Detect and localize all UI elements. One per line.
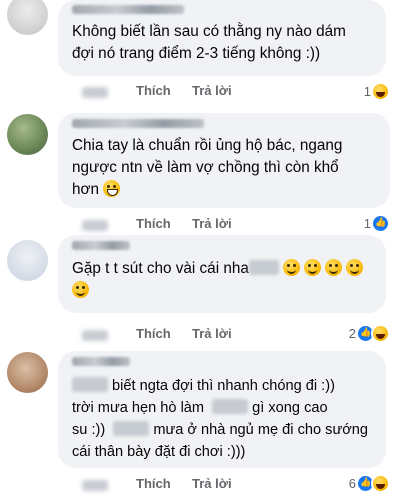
avatar[interactable] — [7, 0, 48, 35]
like-button[interactable]: Thích — [136, 83, 171, 98]
reply-button[interactable]: Trả lời — [192, 216, 232, 231]
censored-text — [72, 377, 108, 392]
reaction-count: 1 — [363, 216, 371, 231]
comment-bubble: biết ngta đợi thì nhanh chóng đi :)) trờ… — [58, 351, 386, 468]
haha-icon — [371, 82, 390, 101]
reaction-count: 1 — [363, 84, 371, 99]
avatar[interactable] — [7, 114, 48, 155]
like-button[interactable]: Thích — [136, 476, 171, 491]
comment-text: Gặp t t sút cho vài cái nha — [72, 258, 367, 302]
reaction-summary[interactable]: 1 — [340, 82, 392, 102]
comment-2: Chia tay là chuẩn rồi ủng hộ bác, ngang … — [0, 108, 400, 233]
timestamp — [82, 480, 108, 491]
avatar[interactable] — [7, 240, 48, 281]
comment-actions: Thích Trả lời — [70, 83, 290, 101]
commenter-name[interactable] — [72, 5, 184, 14]
timestamp — [82, 330, 108, 341]
comment-text: biết ngta đợi thì nhanh chóng đi :)) trờ… — [72, 377, 369, 460]
haha-icon — [371, 474, 390, 493]
comment-bubble: Không biết lần sau có thằng ny nào dám đ… — [58, 0, 386, 76]
comment-text: Chia tay là chuẩn rồi ủng hộ bác, ngang … — [72, 137, 343, 198]
timestamp — [82, 87, 108, 98]
commenter-name[interactable] — [72, 241, 130, 250]
smirk-emoji — [282, 259, 300, 276]
comment-4: biết ngta đợi thì nhanh chóng đi :)) trờ… — [0, 346, 400, 497]
comment-1: Không biết lần sau có thằng ny nào dám đ… — [0, 0, 400, 108]
smirk-emoji — [72, 281, 89, 298]
grin-emoji — [103, 180, 121, 197]
comment-bubble: Gặp t t sút cho vài cái nha — [58, 235, 386, 313]
reaction-count: 6 — [348, 476, 356, 491]
commenter-name[interactable] — [72, 119, 204, 128]
comment-text: Không biết lần sau có thằng ny nào dám đ… — [72, 23, 346, 62]
censored-text — [248, 260, 279, 275]
reply-button[interactable]: Trả lời — [192, 326, 232, 341]
censored-text — [212, 399, 249, 414]
like-button[interactable]: Thích — [136, 216, 171, 231]
avatar[interactable] — [7, 352, 48, 393]
censored-text — [113, 421, 150, 436]
comment-actions: Thích Trả lời — [70, 326, 290, 344]
smirk-emoji — [303, 259, 321, 276]
reply-button[interactable]: Trả lời — [192, 476, 232, 491]
comment-bubble: Chia tay là chuẩn rồi ủng hộ bác, ngang … — [58, 113, 390, 208]
reaction-summary[interactable]: 2 — [330, 324, 392, 344]
reaction-summary[interactable]: 6 — [330, 474, 392, 494]
commenter-name[interactable] — [72, 357, 130, 366]
reaction-count: 2 — [348, 326, 356, 341]
smirk-emoji — [324, 259, 342, 276]
comment-actions: Thích Trả lời — [70, 476, 290, 494]
like-button[interactable]: Thích — [136, 326, 171, 341]
smirk-emoji — [345, 259, 363, 276]
reply-button[interactable]: Trả lời — [192, 83, 232, 98]
comment-3: Gặp t t sút cho vài cái nha Thích Trả lờ… — [0, 230, 400, 346]
haha-icon — [371, 324, 390, 343]
